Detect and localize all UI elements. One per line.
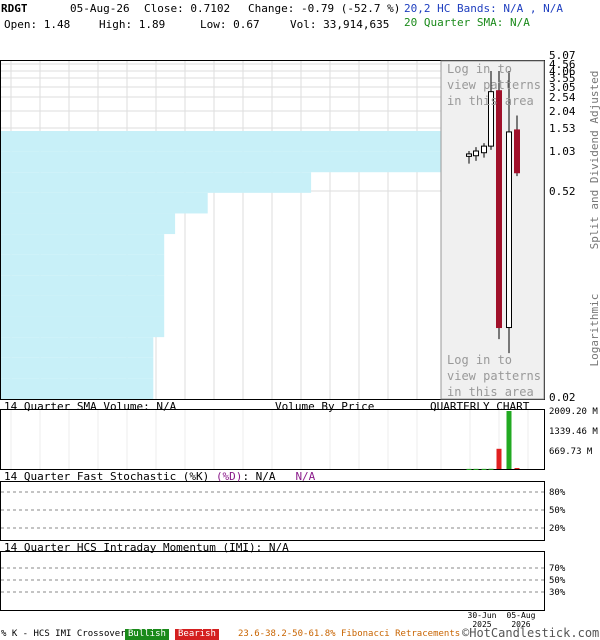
imi-axis: 70% 50% 30% [549, 564, 566, 598]
vbp-bar [1, 378, 154, 399]
volume-axis: 2009.20 M 1339.46 M 669.73 M [549, 407, 598, 457]
chart-root: { "header": { "symbol": "RDGT", "date": … [0, 0, 600, 640]
imi-label: 14 Quarter HCS Intraday Momentum (IMI): … [4, 541, 289, 554]
logarithmic-label: Logarithmic [588, 294, 600, 367]
patterns-message-top[interactable]: Log in to view patterns in this area [447, 61, 541, 109]
stochastic-na-2: N/A [295, 470, 316, 483]
volume-bar [506, 411, 512, 469]
vbp-bar [1, 131, 496, 152]
split-adjusted-label: Split and Dividend Adjusted [588, 71, 600, 250]
volume-bar [514, 468, 520, 470]
fib-label: 23.6-38.2-50-61.8% Fibonacci Retracement… [238, 629, 461, 639]
close-value: Close: 0.7102 [144, 2, 231, 15]
patterns-message-bottom[interactable]: Log in to view patterns in this area [447, 352, 541, 400]
time-tick-label: 05-Aug [507, 611, 536, 620]
candle-body [496, 90, 502, 329]
imi-tick-label: 50% [549, 576, 566, 586]
vbp-bar [1, 234, 165, 255]
volume-bar [488, 468, 494, 470]
chart-period-label: QUARTERLY CHART [430, 400, 530, 413]
volume-tick-label: 2009.20 M [549, 407, 598, 417]
price-tick-label: 2.54 [549, 91, 576, 104]
sma-value: 20 Quarter SMA: N/A [404, 16, 530, 29]
vbp-bar [1, 172, 312, 193]
candle-body [506, 131, 512, 329]
time-tick-label: 30-Jun [468, 611, 497, 620]
stochastic-tick-label: 80% [549, 488, 566, 498]
volume-tick-label: 1339.46 M [549, 427, 598, 437]
vbp-bar [1, 357, 154, 379]
stochastic-axis: 80% 50% 20% [549, 488, 566, 534]
volume-value: Vol: 33,914,635 [290, 18, 390, 31]
date: 05-Aug-26 [70, 2, 130, 15]
copyright[interactable]: ©HotCandlestick.com [462, 627, 599, 640]
candle-body [466, 153, 472, 157]
price-tick-label: 2.04 [549, 105, 576, 118]
volume-bar [496, 448, 502, 469]
bullish-legend: Bullish [125, 629, 169, 640]
vbp-bar [1, 151, 442, 173]
volume-tick-label: 669.73 M [549, 447, 593, 457]
stochastic-panel-frame [0, 481, 545, 541]
hc-bands: 20,2 HC Bands: N/A , N/A [404, 2, 563, 15]
imi-panel-frame [0, 551, 545, 611]
bearish-legend: Bearish [175, 629, 219, 640]
price-tick-label: 0.52 [549, 185, 576, 198]
stochastic-k-label: 14 Quarter Fast Stochastic (%K) [4, 470, 210, 483]
imi-tick-label: 70% [549, 564, 566, 574]
vbp-bar [1, 337, 154, 358]
vbp-bar [1, 192, 208, 214]
stochastic-tick-label: 20% [549, 524, 566, 534]
stochastic-d-label: (%D) [215, 470, 243, 483]
price-tick-label: 0.02 [549, 391, 576, 404]
price-axis: 5.074.564.063.553.052.542.041.531.030.52… [549, 49, 576, 404]
vbp-bar [1, 254, 165, 276]
candle-body [481, 145, 487, 154]
candle-body [514, 129, 520, 174]
volume-bar [466, 468, 472, 470]
vbp-bar [1, 275, 165, 296]
high-value: High: 1.89 [99, 18, 166, 31]
vbp-label: Volume By Price [275, 400, 375, 413]
change-value: Change: -0.79 (-52.7 %) [248, 2, 401, 15]
vbp-bar [1, 295, 165, 317]
imi-tick-label: 30% [549, 588, 566, 598]
low-value: Low: 0.67 [200, 18, 260, 31]
stochastic-label: 14 Quarter Fast Stochastic (%K) (%D): N/… [4, 470, 315, 483]
volume-sma-label: 14 Quarter SMA Volume: N/A [4, 400, 177, 413]
volume-bar [481, 468, 487, 470]
vbp-bar [1, 213, 176, 235]
price-tick-label: 1.03 [549, 145, 576, 158]
stochastic-tick-label: 50% [549, 506, 566, 516]
open-value: Open: 1.48 [4, 18, 71, 31]
crossover-label: % K - HCS IMI Crossover, [1, 629, 132, 639]
volume-bar [473, 468, 479, 470]
candle-body [473, 150, 479, 157]
price-tick-label: 1.53 [549, 122, 576, 135]
vbp-bar [1, 316, 165, 338]
symbol: RDGT [1, 2, 28, 15]
stochastic-na: : N/A [242, 470, 276, 483]
